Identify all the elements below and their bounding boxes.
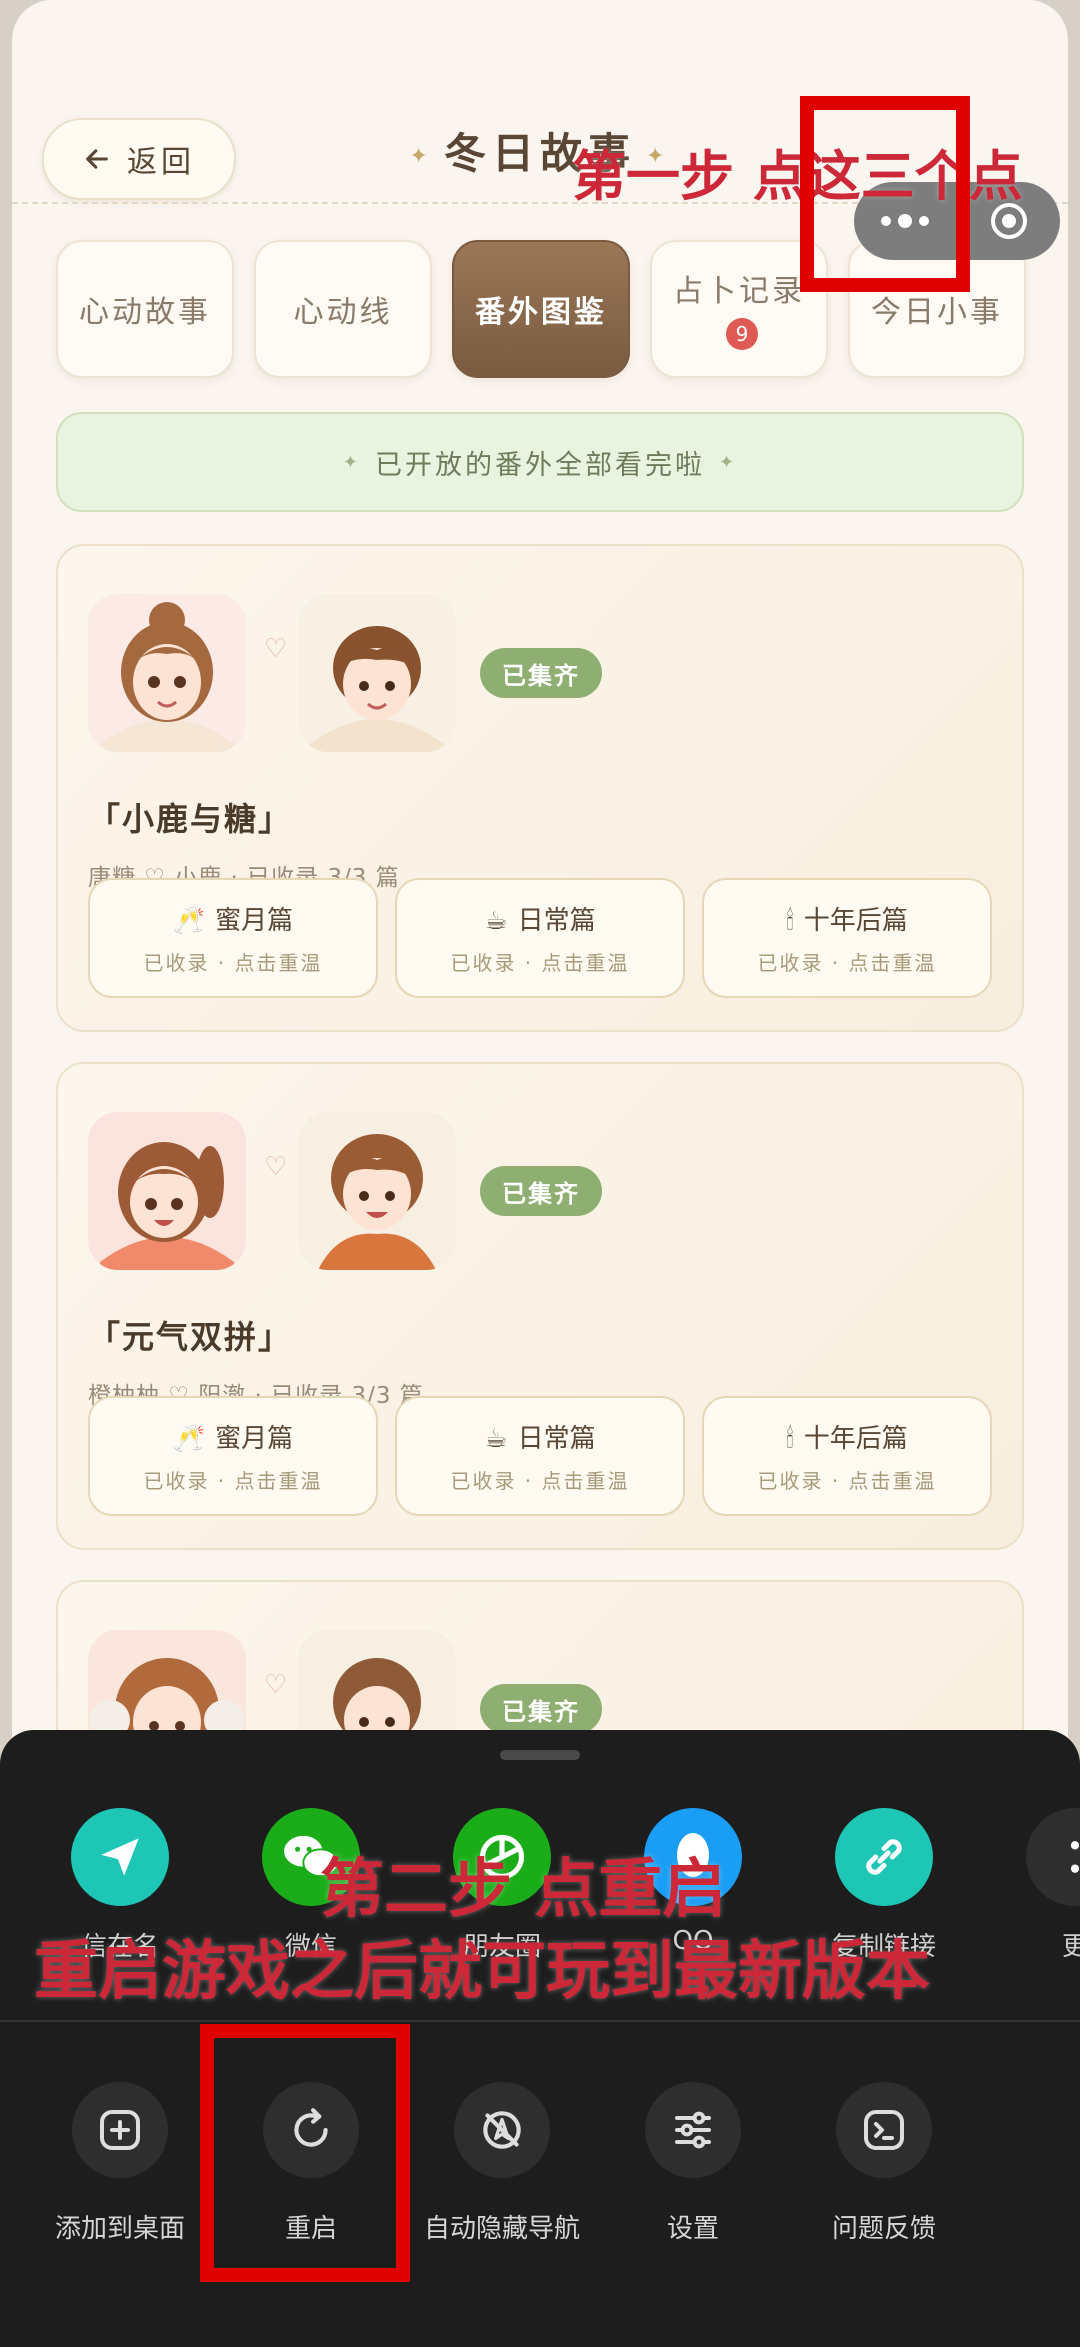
episode-name: ☕ 日常篇	[484, 906, 596, 936]
feedback-icon	[836, 2082, 932, 2178]
episode-status: 已收录 · 点击重温	[143, 1469, 323, 1493]
coffee-icon: ☕	[484, 906, 508, 936]
heart-icon: ♡	[264, 1152, 288, 1182]
star-icon: ✦	[719, 451, 738, 473]
action-label: 问题反馈	[831, 2214, 936, 2244]
hide-navigation-icon	[454, 2082, 550, 2178]
sheet-handle[interactable]	[500, 1750, 580, 1760]
highlight-box-more-button	[800, 96, 970, 292]
episode-status: 已收录 · 点击重温	[450, 1469, 630, 1493]
episode-name: 🕯 十年后篇	[786, 1424, 908, 1454]
episode-name: ☕ 日常篇	[484, 1424, 596, 1454]
episode-name: 🥂 蜜月篇	[172, 1424, 294, 1454]
status-badge: 已集齐	[480, 648, 602, 698]
card-title: 「小鹿与糖」	[88, 800, 293, 838]
tab-label: 番外图鉴	[475, 295, 607, 330]
action-label: 设置	[666, 2214, 719, 2244]
heart-icon: ♡	[264, 1670, 288, 1700]
episode-honeymoon[interactable]: 🥂 蜜月篇 已收录 · 点击重温	[88, 878, 378, 998]
episode-status: 已收录 · 点击重温	[450, 951, 630, 975]
heart-icon: ♡	[264, 634, 288, 664]
share-label: 更	[1061, 1932, 1080, 1962]
candle-icon: 🕯	[786, 1424, 794, 1454]
episode-daily[interactable]: ☕ 日常篇 已收录 · 点击重温	[395, 878, 685, 998]
action-label: 自动隐藏导航	[423, 2214, 580, 2244]
share-action-sheet: 信在名 微信 朋友圈 QQ 复制链接 更 添加到桌面 重启 自动隐藏导航 设置 …	[0, 1730, 1080, 2347]
tab-heart-line[interactable]: 心动线	[254, 240, 432, 378]
episode-name: 🥂 蜜月篇	[172, 906, 294, 936]
add-to-desktop-icon	[72, 2082, 168, 2178]
episode-honeymoon[interactable]: 🥂 蜜月篇 已收录 · 点击重温	[88, 1396, 378, 1516]
paper-plane-icon	[71, 1808, 169, 1906]
share-more[interactable]: 更	[980, 1808, 1080, 1963]
star-icon: ✦	[342, 451, 361, 473]
notification-badge: 9	[726, 318, 758, 350]
avatar-boy	[298, 1112, 456, 1270]
episode-ten-years[interactable]: 🕯 十年后篇 已收录 · 点击重温	[702, 878, 992, 998]
couple-card: ♡ 已集齐 「小鹿与糖」 唐糖 ♡ 小鹿 · 已收录 3/3 篇 🥂蜜月篇 已收…	[56, 544, 1024, 1032]
completion-banner: ✦ 已开放的番外全部看完啦 ✦	[56, 412, 1024, 512]
candle-icon: 🕯	[786, 906, 794, 936]
sheet-divider	[0, 2020, 1080, 2022]
sparkle-icon: ✦	[409, 144, 434, 169]
annotation-step2: 第二步 点重启	[320, 1853, 727, 1927]
tab-label: 心动故事	[79, 295, 211, 330]
settings-icon	[645, 2082, 741, 2178]
card-title: 「元气双拼」	[88, 1318, 293, 1356]
annotation-step2-note: 重启游戏之后就可玩到最新版本	[34, 1935, 930, 2009]
tab-heart-story[interactable]: 心动故事	[56, 240, 234, 378]
episode-status: 已收录 · 点击重温	[143, 951, 323, 975]
champagne-icon: 🥂	[172, 1424, 206, 1454]
add-to-desktop-button[interactable]: 添加到桌面	[25, 2082, 215, 2245]
action-label: 添加到桌面	[54, 2214, 185, 2244]
auto-hide-navigation-button[interactable]: 自动隐藏导航	[407, 2082, 597, 2245]
coffee-icon: ☕	[484, 1424, 508, 1454]
link-icon	[835, 1808, 933, 1906]
banner-text: 已开放的番外全部看完啦	[375, 449, 705, 481]
champagne-icon: 🥂	[172, 906, 206, 936]
status-badge: 已集齐	[480, 1684, 602, 1734]
action-row: 添加到桌面 重启 自动隐藏导航 设置 问题反馈	[0, 2082, 1080, 2282]
episode-status: 已收录 · 点击重温	[757, 1469, 937, 1493]
episode-name: 🕯 十年后篇	[786, 906, 908, 936]
more-icon	[1026, 1808, 1080, 1906]
feedback-button[interactable]: 问题反馈	[789, 2082, 979, 2245]
tab-label: 心动线	[293, 295, 393, 330]
avatar-girl	[88, 594, 246, 752]
tab-extra-gallery[interactable]: 番外图鉴	[452, 240, 630, 378]
couple-card: ♡ 已集齐 「元气双拼」 橙柚柚 ♡ 阳澈 · 已收录 3/3 篇 🥂蜜月篇 已…	[56, 1062, 1024, 1550]
episode-ten-years[interactable]: 🕯 十年后篇 已收录 · 点击重温	[702, 1396, 992, 1516]
avatar-girl	[88, 1112, 246, 1270]
settings-button[interactable]: 设置	[598, 2082, 788, 2245]
avatar-boy	[298, 594, 456, 752]
tab-label: 今日小事	[871, 295, 1003, 330]
highlight-box-restart	[200, 2024, 410, 2282]
status-badge: 已集齐	[480, 1166, 602, 1216]
episode-daily[interactable]: ☕ 日常篇 已收录 · 点击重温	[395, 1396, 685, 1516]
episode-status: 已收录 · 点击重温	[757, 951, 937, 975]
